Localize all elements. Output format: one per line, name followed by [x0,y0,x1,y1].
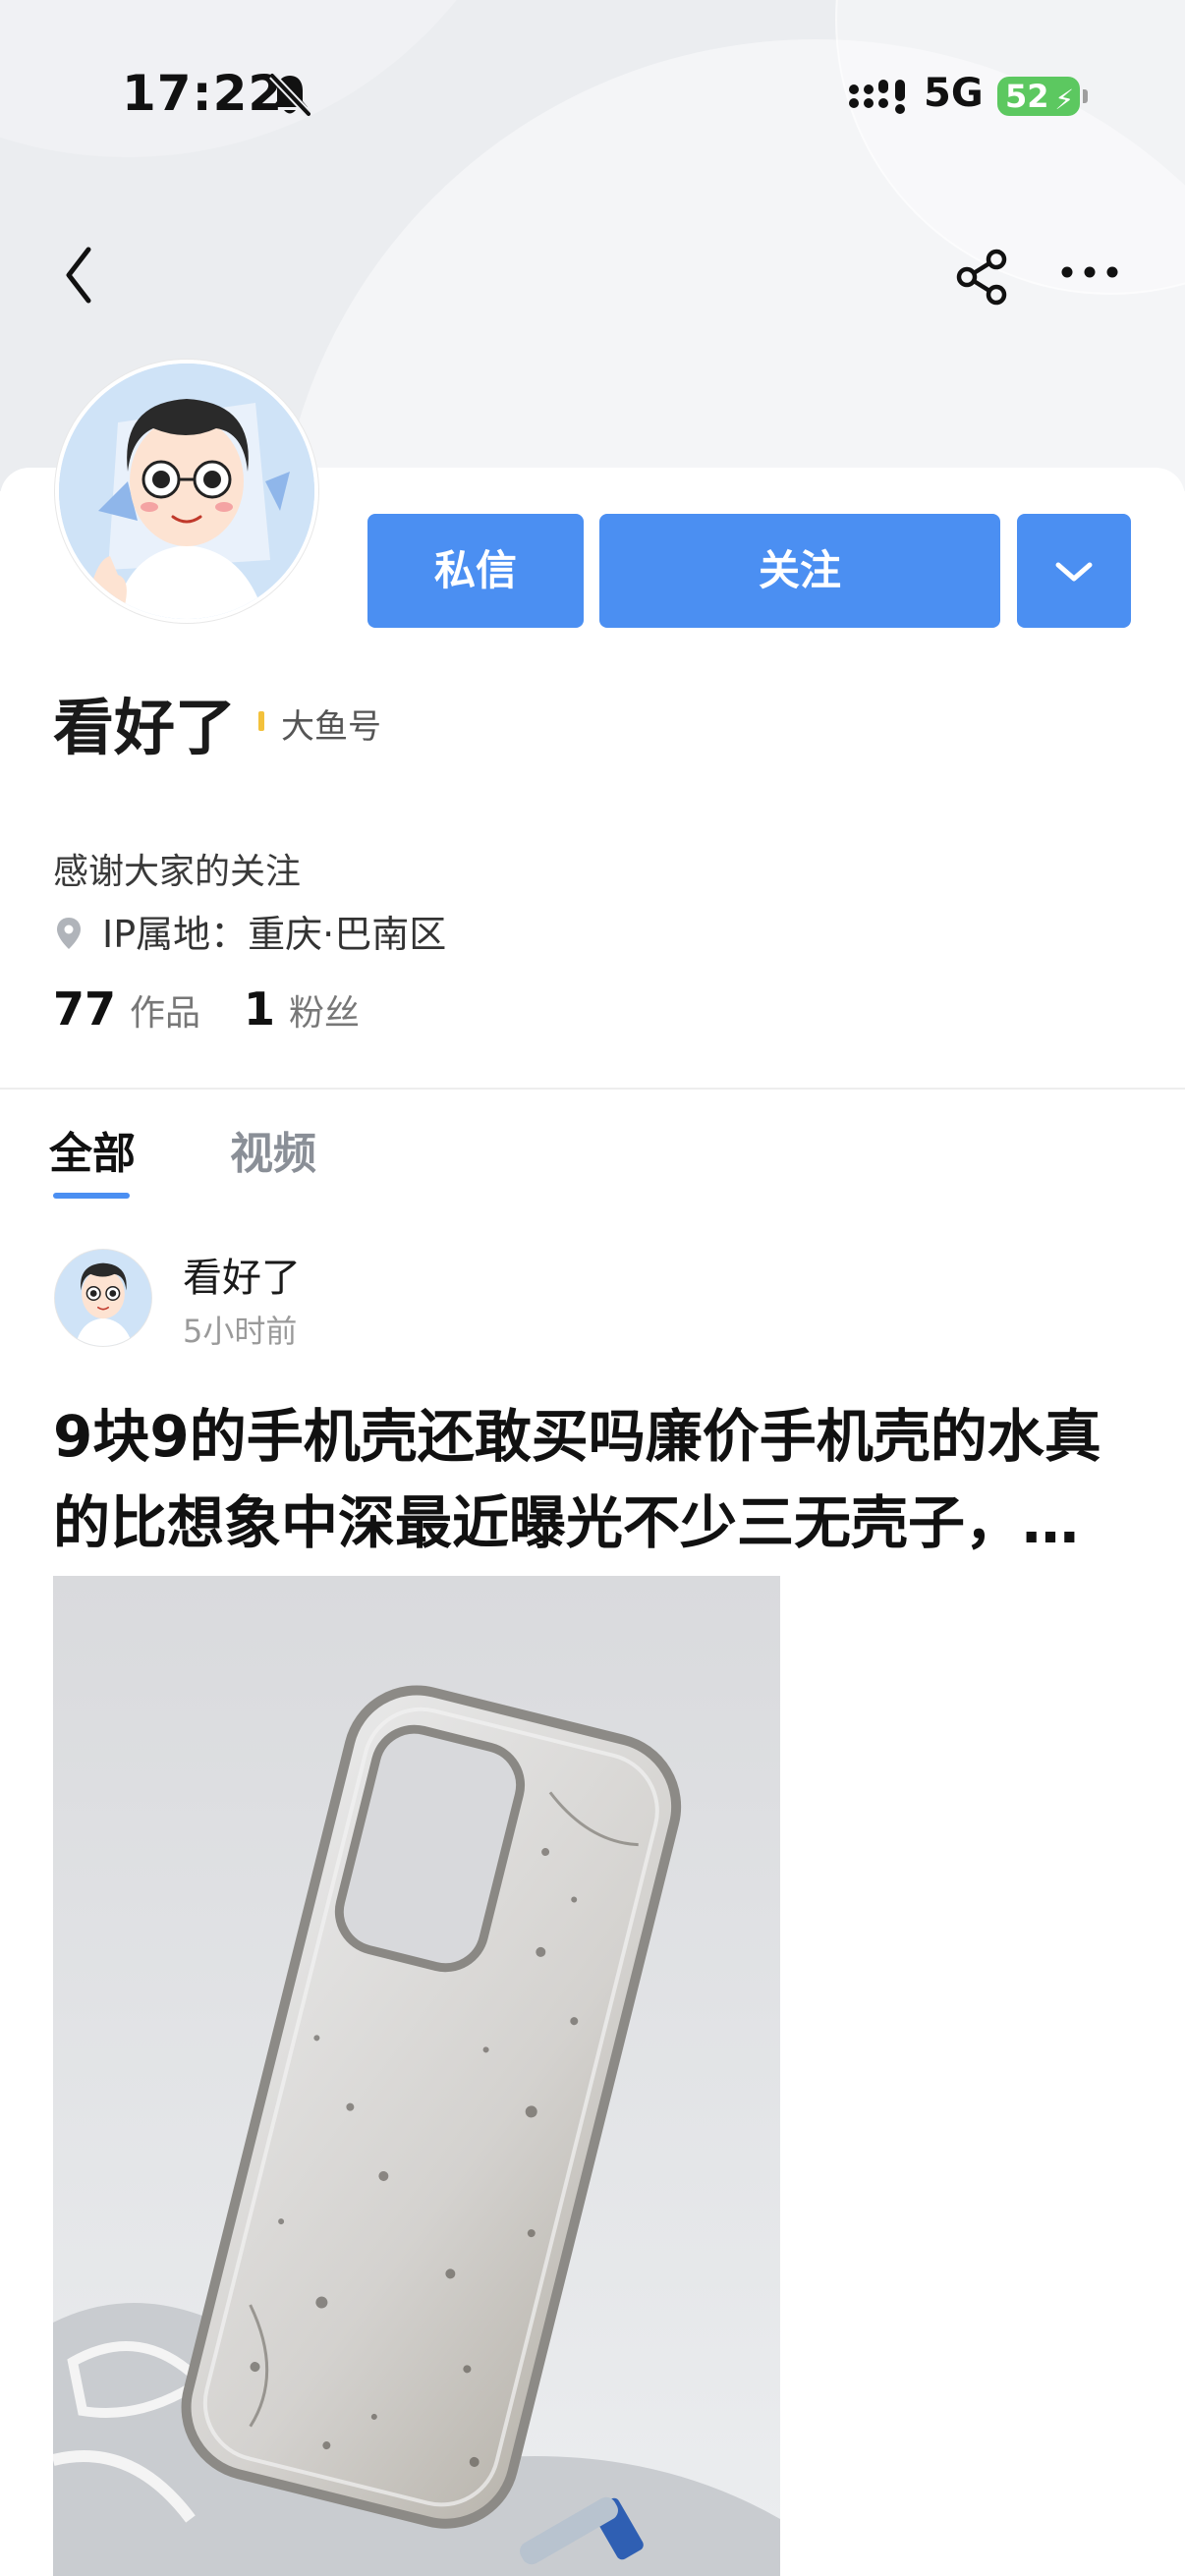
network-type: 5G [924,71,984,116]
phone-case-photo [53,1576,780,2576]
post-title[interactable]: 9块9的手机壳还敢买吗廉价手机壳的水真的比想象中深最近曝光不少三无壳子，… [53,1393,1144,1566]
badge-divider [258,711,264,731]
profile-name: 看好了 [53,692,237,763]
more-icon[interactable] [1059,257,1120,287]
ip-location: IP属地：重庆·巴南区 [102,913,447,956]
fans-count: 1 [244,982,276,1036]
works-stat[interactable]: 77 作品 [53,982,200,1036]
post-author-name[interactable]: 看好了 [183,1246,301,1303]
works-count: 77 [53,982,117,1036]
bell-muted-icon [269,73,311,117]
cartoon-avatar-icon [59,364,314,619]
tab-video[interactable]: 视频 [230,1118,316,1181]
post-timestamp: 5小时前 [183,1313,298,1350]
avatar[interactable] [55,360,318,623]
status-time: 17:22 [122,65,284,122]
chevron-down-icon [1055,562,1093,582]
section-divider [0,1088,1185,1090]
share-icon[interactable] [953,248,1012,307]
profile-bio: 感谢大家的关注 [53,852,302,892]
post-author-avatar[interactable] [55,1250,151,1346]
follow-button[interactable]: 关注 [599,514,1000,628]
signal-icon [849,80,905,114]
active-tab-indicator [53,1193,130,1199]
works-label: 作品 [130,993,201,1034]
fans-stat[interactable]: 1 粉丝 [244,982,360,1036]
message-button[interactable]: 私信 [367,514,584,628]
location-pin-icon [57,918,81,949]
post-image[interactable] [53,1576,780,2576]
battery-level: 52 [1005,78,1049,115]
cartoon-avatar-icon [55,1250,151,1346]
back-arrow-icon[interactable] [59,240,102,310]
account-type-badge: 大鱼号 [281,707,381,747]
charging-bolt-icon: ⚡ [1054,84,1074,116]
battery-charging-icon: 52 ⚡ [997,77,1088,116]
tab-all[interactable]: 全部 [49,1118,136,1181]
fans-label: 粉丝 [289,993,361,1034]
recommend-dropdown-button[interactable] [1017,514,1131,628]
